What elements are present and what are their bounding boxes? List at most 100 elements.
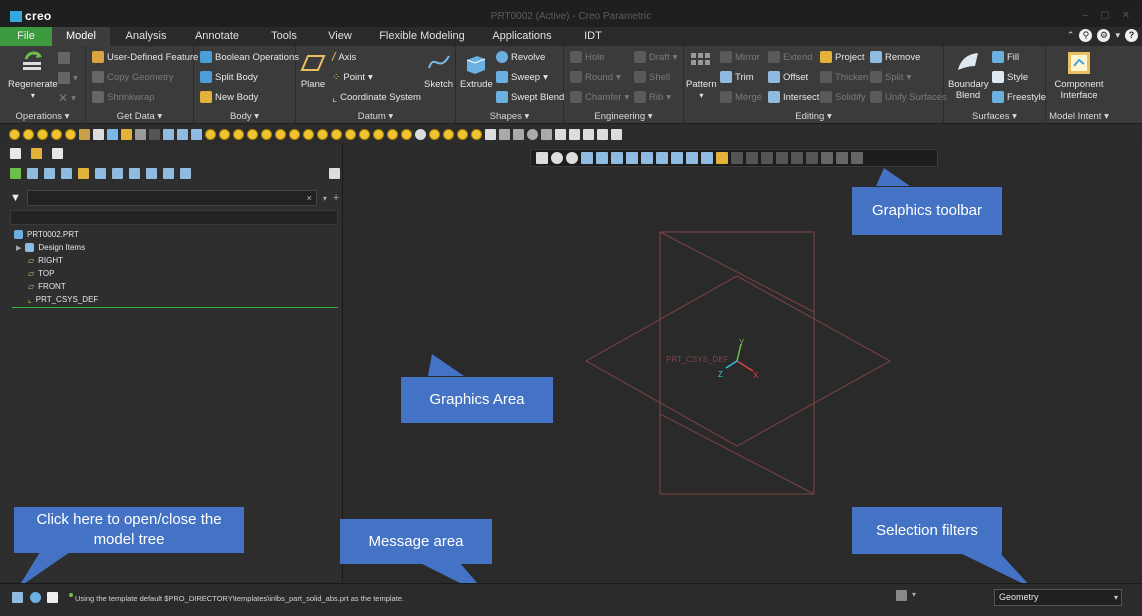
tree-item-csys[interactable]: ⌞ PRT_CSYS_DEF — [14, 293, 98, 306]
style-button[interactable]: Style — [992, 68, 1028, 86]
add-filter-icon[interactable]: + — [333, 192, 339, 204]
smiley-icon[interactable] — [373, 129, 384, 140]
smiley-icon[interactable] — [457, 129, 468, 140]
tab-idt[interactable]: IDT — [576, 27, 610, 46]
fill-button[interactable]: Fill — [992, 48, 1019, 66]
group-label-body[interactable]: Body ▾ — [194, 111, 295, 122]
close-button[interactable]: ✕ — [1122, 10, 1130, 21]
remove-button[interactable]: Remove — [870, 48, 920, 66]
boundary-blend-button[interactable]: Boundary Blend — [948, 50, 989, 101]
folder-browser-tab-icon[interactable] — [31, 148, 42, 159]
tab-applications[interactable]: Applications — [486, 27, 558, 46]
smiley-icon[interactable] — [401, 129, 412, 140]
shrinkwrap-button[interactable]: Shrinkwrap — [92, 88, 155, 106]
tab-flexible-modeling[interactable]: Flexible Modeling — [374, 27, 470, 46]
message-area[interactable]: Using the template default $PRO_DIRECTOR… — [75, 594, 404, 603]
tools-icon[interactable] — [597, 129, 608, 140]
draft-button[interactable]: Draft ▾ — [634, 48, 677, 66]
split-button[interactable]: Split ▾ — [870, 68, 911, 86]
regenerate-small-icon[interactable] — [135, 129, 146, 140]
smiley-icon[interactable] — [261, 129, 272, 140]
group-label-model-intent[interactable]: Model Intent ▾ — [1046, 111, 1112, 122]
extrude-button[interactable]: Extrude — [460, 50, 493, 90]
split-body-button[interactable]: Split Body — [200, 68, 258, 86]
datum-planes-view[interactable]: PRT_CSYS_DEF Y X Z — [344, 144, 1142, 582]
tab-file[interactable]: File — [0, 27, 52, 46]
paste-button[interactable]: ▾ — [58, 69, 78, 87]
smiley-icon[interactable] — [247, 129, 258, 140]
delete-button[interactable]: ✕ ▾ — [58, 89, 76, 107]
intersect-button[interactable]: Intersect — [768, 88, 819, 106]
tree-settings-icon[interactable] — [10, 168, 21, 179]
tree-filter-icon[interactable] — [44, 168, 55, 179]
close-window-icon[interactable] — [569, 129, 580, 140]
smiley-icon[interactable] — [51, 129, 62, 140]
solidify-button[interactable]: Solidify — [820, 88, 866, 106]
revolve-button[interactable]: Revolve — [496, 48, 545, 66]
browser-toggle-icon[interactable] — [30, 592, 41, 603]
smiley-icon[interactable] — [303, 129, 314, 140]
tree-suppress-icon[interactable] — [163, 168, 174, 179]
settings-icon[interactable]: ⚙ — [1097, 29, 1111, 42]
circle-icon[interactable] — [527, 129, 538, 140]
tab-annotate[interactable]: Annotate — [186, 27, 248, 46]
unify-surfaces-button[interactable]: Unify Surfaces — [870, 88, 947, 106]
tab-model[interactable]: Model — [52, 27, 110, 46]
chamfer-button[interactable]: Chamfer ▾ — [570, 88, 629, 106]
component-interface-button[interactable]: Component Interface — [1050, 50, 1108, 101]
freestyle-button[interactable]: Freestyle — [992, 88, 1046, 106]
tab-tools[interactable]: Tools — [262, 27, 306, 46]
tree-show-icon[interactable] — [78, 168, 89, 179]
tree-notes-icon[interactable] — [329, 168, 340, 179]
boolean-operations-button[interactable]: Boolean Operations — [200, 48, 299, 66]
filter-dropdown-icon[interactable]: ▾ — [323, 194, 327, 203]
smiley-icon[interactable] — [471, 129, 482, 140]
group-label-operations[interactable]: Operations ▾ — [0, 111, 85, 122]
axis-button[interactable]: / Axis — [332, 48, 356, 66]
pattern-button[interactable]: Pattern ▾ — [686, 50, 717, 101]
project-button[interactable]: Project — [820, 48, 865, 66]
find-dropdown-icon[interactable]: ▾ — [912, 590, 916, 599]
offset-button[interactable]: Offset — [768, 68, 808, 86]
sketch-button[interactable]: Sketch — [424, 50, 453, 90]
group-label-editing[interactable]: Editing ▾ — [684, 111, 943, 122]
extend-button[interactable]: Extend — [768, 48, 813, 66]
regenerate-button[interactable]: Regenerate ▾ — [8, 50, 58, 101]
round-button[interactable]: Round ▾ — [570, 68, 621, 86]
tree-collapse-icon[interactable] — [129, 168, 140, 179]
group-label-shapes[interactable]: Shapes ▾ — [456, 111, 563, 122]
view-icon[interactable] — [163, 129, 174, 140]
swept-blend-button[interactable]: Swept Blend — [496, 88, 564, 106]
smiley-icon[interactable] — [317, 129, 328, 140]
tree-item-front[interactable]: ▱ FRONT — [14, 280, 98, 293]
smiley-icon[interactable] — [331, 129, 342, 140]
tree-item-design-items[interactable]: ▶ Design Items — [14, 241, 98, 254]
smiley-icon[interactable] — [443, 129, 454, 140]
smiley-icon[interactable] — [429, 129, 440, 140]
minimize-ribbon-icon[interactable]: ⌃ — [1067, 30, 1075, 41]
tab-view[interactable]: View — [318, 27, 362, 46]
measure-icon[interactable] — [485, 129, 496, 140]
favorites-tab-icon[interactable] — [52, 148, 63, 159]
plane-button[interactable]: Plane — [300, 50, 326, 90]
smiley-icon[interactable] — [387, 129, 398, 140]
feature-icon[interactable] — [79, 129, 90, 140]
tree-search-bar[interactable] — [10, 210, 338, 225]
tree-sort-icon[interactable] — [95, 168, 106, 179]
help-icon[interactable]: ? — [1125, 29, 1138, 42]
tree-resume-icon[interactable] — [180, 168, 191, 179]
insert-here-line[interactable] — [12, 307, 338, 308]
chevron-down-icon[interactable]: ▾ — [1115, 30, 1120, 41]
tree-item-right[interactable]: ▱ RIGHT — [14, 254, 98, 267]
group-label-datum[interactable]: Datum ▾ — [296, 111, 455, 122]
shell-button[interactable]: Shell — [634, 68, 670, 86]
sketch-tool-icon[interactable] — [499, 129, 510, 140]
coordinate-system-button[interactable]: ⌞ Coordinate System — [332, 88, 421, 106]
model-tree-tab-icon[interactable] — [10, 148, 21, 159]
user-defined-feature-button[interactable]: User-Defined Feature — [92, 48, 198, 66]
tree-layers-icon[interactable] — [61, 168, 72, 179]
tree-item-top[interactable]: ▱ TOP — [14, 267, 98, 280]
display-icon[interactable] — [555, 129, 566, 140]
smiley-icon[interactable] — [9, 129, 20, 140]
appearance-icon[interactable] — [415, 129, 426, 140]
